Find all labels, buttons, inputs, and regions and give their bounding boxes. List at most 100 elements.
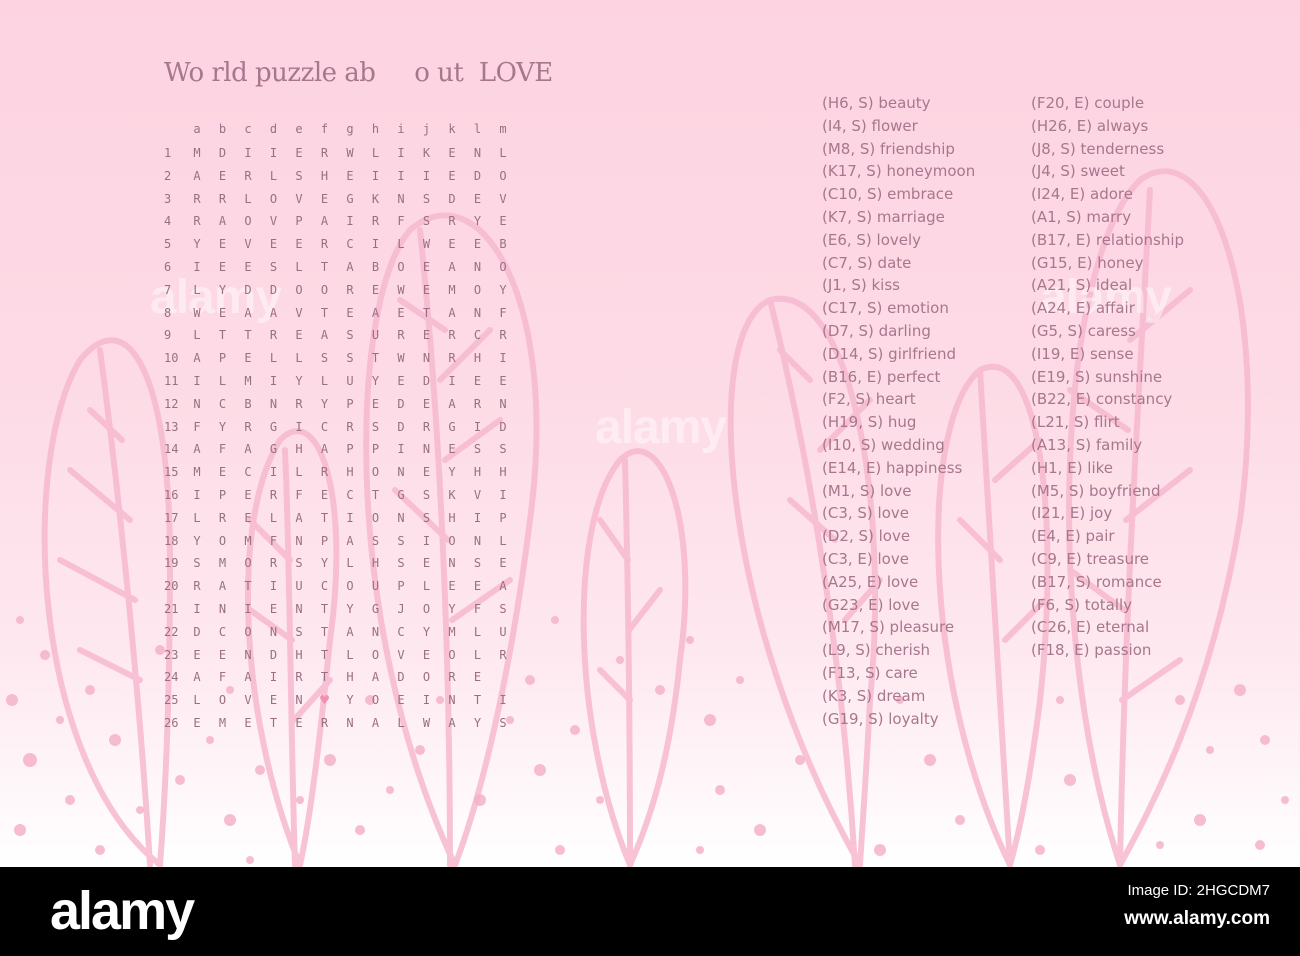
grid-letter: A bbox=[244, 442, 252, 457]
word-clue: (K3, S) dream bbox=[822, 686, 926, 705]
grid-letter: I bbox=[269, 670, 278, 685]
grid-letter: M bbox=[244, 374, 252, 388]
grid-letter: I bbox=[346, 510, 354, 525]
grid-row-label: 23 bbox=[164, 647, 179, 662]
grid-letter: R bbox=[422, 419, 431, 434]
grid-letter: H bbox=[346, 670, 354, 685]
grid-letter: S bbox=[371, 533, 380, 548]
grid-letter: A bbox=[320, 442, 329, 457]
grid-letter: O bbox=[295, 282, 303, 297]
word-clue: (G15, E) honey bbox=[1031, 253, 1144, 272]
grid-letter: E bbox=[295, 716, 303, 730]
grid-letter: R bbox=[448, 670, 456, 685]
grid-letter: S bbox=[346, 328, 354, 343]
grid-letter: T bbox=[320, 510, 329, 525]
grid-letter: H bbox=[295, 647, 303, 662]
grid-letter: S bbox=[397, 533, 405, 548]
word-clue: (H1, E) like bbox=[1031, 458, 1114, 477]
word-clue: (L21, S) flirt bbox=[1031, 413, 1120, 432]
grid-letter: A bbox=[448, 260, 456, 274]
alamy-logo: alamy bbox=[50, 881, 195, 941]
grid-letter: E bbox=[295, 146, 303, 160]
grid-letter: T bbox=[422, 305, 431, 320]
grid-letter: N bbox=[218, 602, 227, 616]
grid-letter: L bbox=[218, 374, 227, 388]
grid-letter: I bbox=[269, 374, 278, 388]
grid-letter: Y bbox=[346, 693, 354, 708]
grid-letter: R bbox=[218, 510, 227, 525]
grid-letter: D bbox=[397, 419, 405, 434]
grid-letter: F bbox=[193, 419, 201, 434]
grid-letter: I bbox=[397, 146, 405, 160]
grid-letter: I bbox=[193, 488, 201, 502]
grid-letter: D bbox=[397, 396, 405, 411]
grid-letter: E bbox=[422, 556, 431, 571]
grid-row-label: 8 bbox=[164, 305, 172, 320]
word-clue: (H26, E) always bbox=[1031, 116, 1149, 135]
grid-letter: R bbox=[448, 214, 456, 229]
grid-letter: I bbox=[499, 351, 507, 366]
grid-letter: G bbox=[269, 442, 278, 457]
grid-letter: R bbox=[269, 328, 278, 343]
grid-letter: V bbox=[295, 191, 303, 206]
grid-letter: C bbox=[397, 624, 405, 639]
word-clue: (F2, S) heart bbox=[822, 390, 916, 409]
grid-letter: B bbox=[371, 260, 380, 274]
grid-letter: T bbox=[371, 488, 380, 502]
word-clue: (C26, E) eternal bbox=[1031, 618, 1150, 637]
grid-letter: A bbox=[346, 533, 354, 548]
grid-letter: C bbox=[346, 488, 354, 502]
grid-letter: O bbox=[371, 465, 380, 480]
grid-row-label: 10 bbox=[164, 351, 179, 366]
grid-letter: Y bbox=[218, 419, 227, 434]
grid-letter: T bbox=[320, 602, 329, 616]
grid-letter: W bbox=[397, 351, 405, 366]
grid-letter: D bbox=[422, 374, 431, 388]
grid-letter: P bbox=[371, 442, 380, 457]
grid-letter: N bbox=[269, 396, 278, 411]
grid-letter: Y bbox=[193, 533, 201, 548]
grid-letter: A bbox=[448, 305, 456, 320]
grid-letter: L bbox=[473, 624, 482, 639]
grid-column-label: e bbox=[295, 122, 303, 136]
grid-row-label: 6 bbox=[164, 260, 172, 274]
grid-letter: N bbox=[473, 305, 482, 320]
grid-letter: I bbox=[499, 488, 507, 502]
grid-row-label: 19 bbox=[164, 556, 179, 571]
grid-letter: L bbox=[193, 510, 201, 525]
grid-letter: I bbox=[269, 465, 278, 480]
grid-letter: R bbox=[244, 419, 252, 434]
grid-letter: A bbox=[448, 396, 456, 411]
grid-letter: R bbox=[218, 191, 227, 206]
heart-icon: ♥ bbox=[319, 691, 330, 710]
grid-letter: E bbox=[448, 237, 456, 252]
grid-row-label: 4 bbox=[164, 214, 172, 229]
grid-letter: S bbox=[422, 488, 431, 502]
grid-letter: T bbox=[371, 351, 380, 366]
word-clue: (A25, E) love bbox=[822, 572, 919, 591]
grid-letter: R bbox=[346, 419, 354, 434]
word-clue: (C17, S) emotion bbox=[822, 299, 949, 318]
word-clue: (C3, E) love bbox=[822, 549, 909, 568]
grid-letter: E bbox=[499, 556, 507, 571]
grid-letter: E bbox=[244, 510, 252, 525]
grid-letter: W bbox=[346, 146, 354, 160]
grid-letter: O bbox=[448, 533, 456, 548]
grid-letter: O bbox=[244, 556, 252, 571]
word-clue: (E19, S) sunshine bbox=[1031, 367, 1163, 386]
grid-letter: F bbox=[473, 602, 482, 616]
grid-letter: R bbox=[269, 556, 278, 571]
grid-row-label: 21 bbox=[164, 602, 179, 616]
grid-letter: E bbox=[473, 237, 482, 252]
grid-letter: E bbox=[346, 168, 354, 183]
grid-letter: O bbox=[448, 647, 456, 662]
grid-letter: S bbox=[499, 442, 507, 457]
grid-letter: O bbox=[244, 214, 252, 229]
grid-letter: D bbox=[269, 282, 278, 297]
grid-letter: E bbox=[397, 305, 405, 320]
grid-letter: Y bbox=[320, 556, 329, 571]
grid-column-label: k bbox=[448, 122, 456, 136]
grid-letter: D bbox=[269, 647, 278, 662]
grid-letter: C bbox=[218, 396, 227, 411]
grid-letter: Y bbox=[473, 214, 482, 229]
